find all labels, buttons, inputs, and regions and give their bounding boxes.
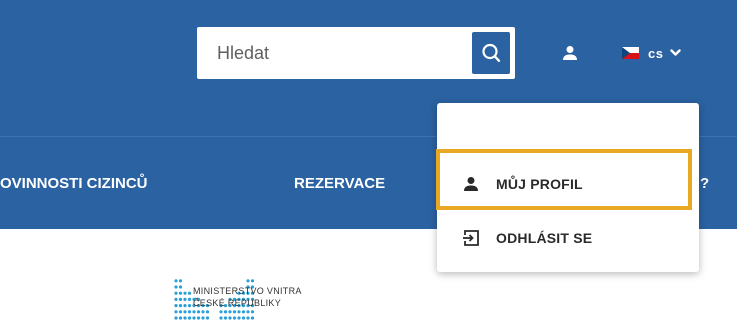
nav-item-obligations[interactable]: OVINNOSTI CIZINCŮ — [0, 175, 148, 192]
user-account-button[interactable] — [557, 40, 583, 66]
chevron-down-icon — [670, 49, 682, 56]
language-code: cs — [648, 45, 664, 61]
search-button[interactable] — [472, 32, 510, 74]
ministry-name-line1: MINISTERSTVO VNITRA — [193, 286, 302, 296]
language-selector[interactable]: cs — [622, 40, 700, 66]
menu-item-label: ODHLÁSIT SE — [496, 230, 593, 246]
czech-flag-icon — [622, 47, 639, 59]
menu-item-logout[interactable]: ODHLÁSIT SE — [437, 213, 699, 263]
search-icon — [482, 43, 501, 62]
ministry-name-line2: ČESKÉ REPUBLIKY — [193, 298, 282, 308]
user-icon — [563, 46, 577, 60]
person-icon — [461, 174, 481, 194]
search-box — [197, 27, 515, 79]
ministry-name: MINISTERSTVO VNITRA ČESKÉ REPUBLIKY — [193, 285, 302, 309]
nav-item-help[interactable]: ? — [700, 175, 709, 192]
logout-icon — [461, 228, 481, 248]
menu-item-label: MŮJ PROFIL — [496, 176, 583, 192]
menu-item-my-profile[interactable]: MŮJ PROFIL — [437, 159, 699, 209]
user-dropdown-menu: MŮJ PROFIL ODHLÁSIT SE — [437, 103, 699, 272]
nav-item-reservation[interactable]: REZERVACE — [294, 175, 385, 192]
search-input[interactable] — [197, 27, 467, 79]
